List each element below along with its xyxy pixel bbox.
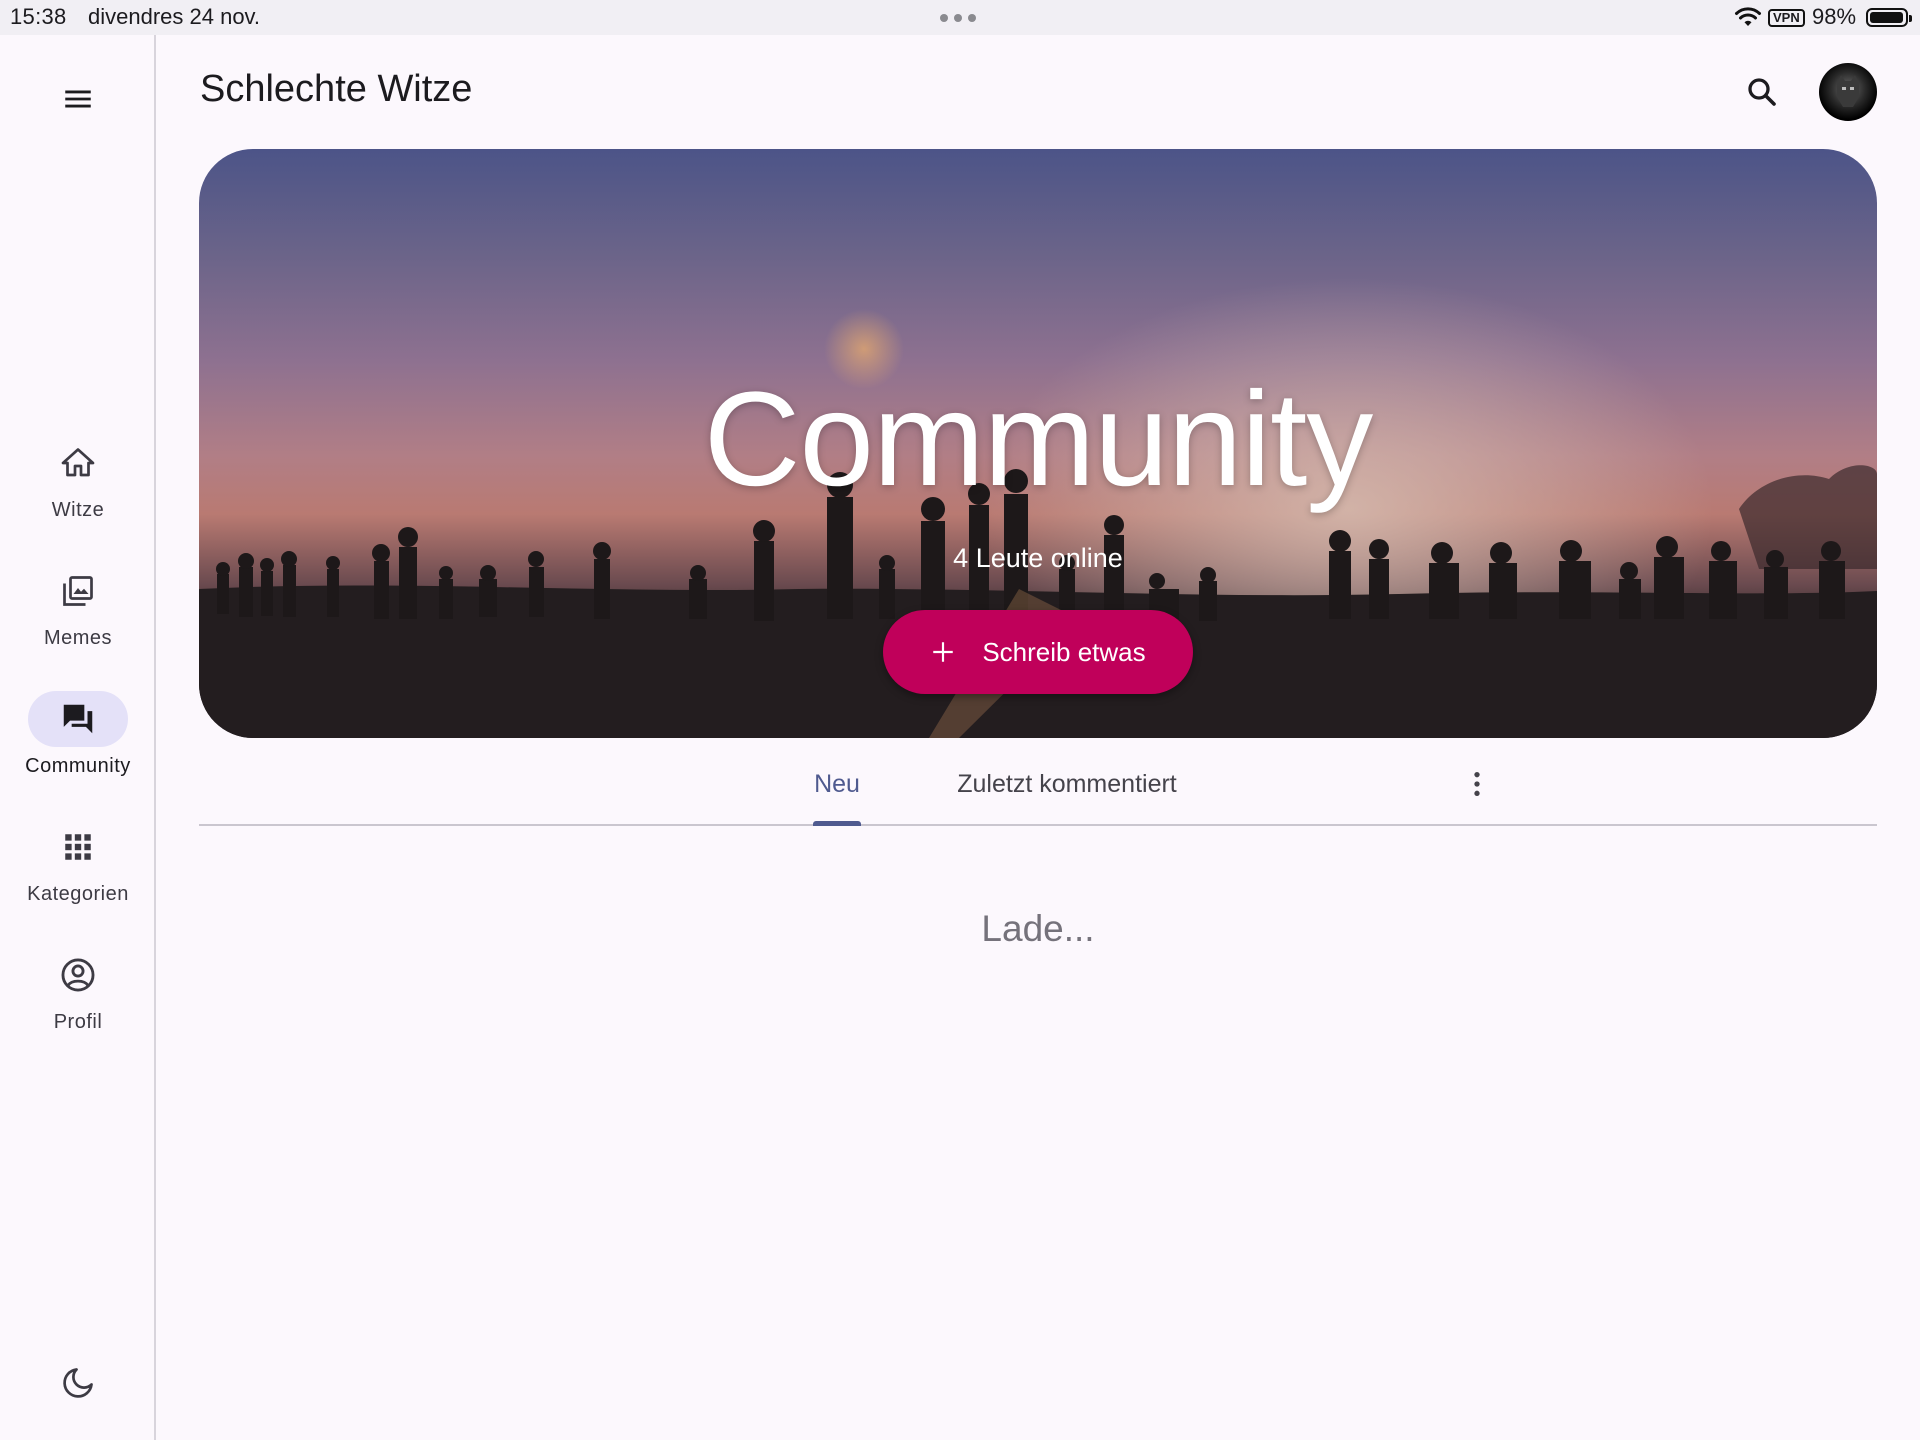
hero-title: Community [703, 365, 1374, 514]
battery-percent: 98% [1812, 4, 1857, 29]
avatar-image [1837, 75, 1859, 107]
status-bar: 15:38 divendres 24 nov. VPN 98% [0, 0, 1920, 35]
write-post-label: Schreib etwas [982, 636, 1146, 667]
nav-item-witze[interactable]: Witze [0, 435, 156, 545]
nav-item-memes[interactable]: Memes [0, 563, 156, 673]
vpn-badge: VPN [1768, 9, 1805, 27]
nav-pill [28, 563, 128, 619]
menu-icon [65, 90, 91, 108]
status-date: divendres 24 nov. [88, 4, 261, 29]
tab-zuletzt-kommentiert[interactable]: Zuletzt kommentiert [934, 744, 1200, 824]
nav-item-community[interactable]: Community [0, 691, 156, 801]
navigation-rail: Witze Memes Community Kategorien Profil [0, 35, 156, 1440]
theme-toggle-button[interactable] [54, 1359, 102, 1407]
nav-label-memes: Memes [43, 627, 113, 649]
forum-icon [63, 704, 93, 734]
account-circle-icon [61, 958, 95, 992]
nav-label-kategorien: Kategorien [27, 883, 129, 905]
apps-grid-icon [65, 834, 91, 860]
home-icon [61, 448, 95, 477]
nav-pill [28, 435, 128, 491]
nav-item-profil[interactable]: Profil [0, 947, 156, 1057]
more-vert-icon [1474, 772, 1480, 796]
wifi-icon [1735, 7, 1761, 26]
user-avatar[interactable] [1819, 63, 1877, 121]
tab-more-button[interactable] [1453, 760, 1501, 808]
active-tab-indicator [813, 821, 861, 826]
loading-text: Lade... [981, 908, 1095, 949]
nav-pill [28, 819, 128, 875]
app-title: Schlechte Witze [200, 68, 473, 110]
community-hero-banner: Community 4 Leute online Schreib etwas [199, 149, 1877, 738]
nav-item-kategorien[interactable]: Kategorien [0, 819, 156, 929]
plus-icon [933, 642, 954, 662]
tab-label-neu: Neu [814, 769, 860, 798]
online-count: 4 Leute online [953, 543, 1123, 573]
search-icon [1748, 78, 1776, 106]
search-button[interactable] [1738, 68, 1786, 116]
nav-label-profil: Profil [53, 1011, 103, 1033]
nav-label-community: Community [25, 755, 131, 777]
nav-pill [28, 947, 128, 1003]
nav-label-witze: Witze [51, 499, 105, 521]
write-post-button[interactable]: Schreib etwas [883, 610, 1193, 694]
battery-icon [1866, 8, 1912, 27]
tab-label-zuletzt-kommentiert: Zuletzt kommentiert [957, 769, 1177, 798]
photo-library-icon [63, 576, 93, 606]
more-horiz-icon[interactable] [940, 14, 976, 22]
dark-mode-moon-icon [63, 1368, 93, 1398]
nav-pill-active [28, 691, 128, 747]
status-time: 15:38 [10, 4, 67, 29]
sort-tabs: Neu Zuletzt kommentiert [199, 744, 1877, 826]
menu-button[interactable] [54, 75, 102, 123]
tab-neu[interactable]: Neu [797, 744, 877, 826]
